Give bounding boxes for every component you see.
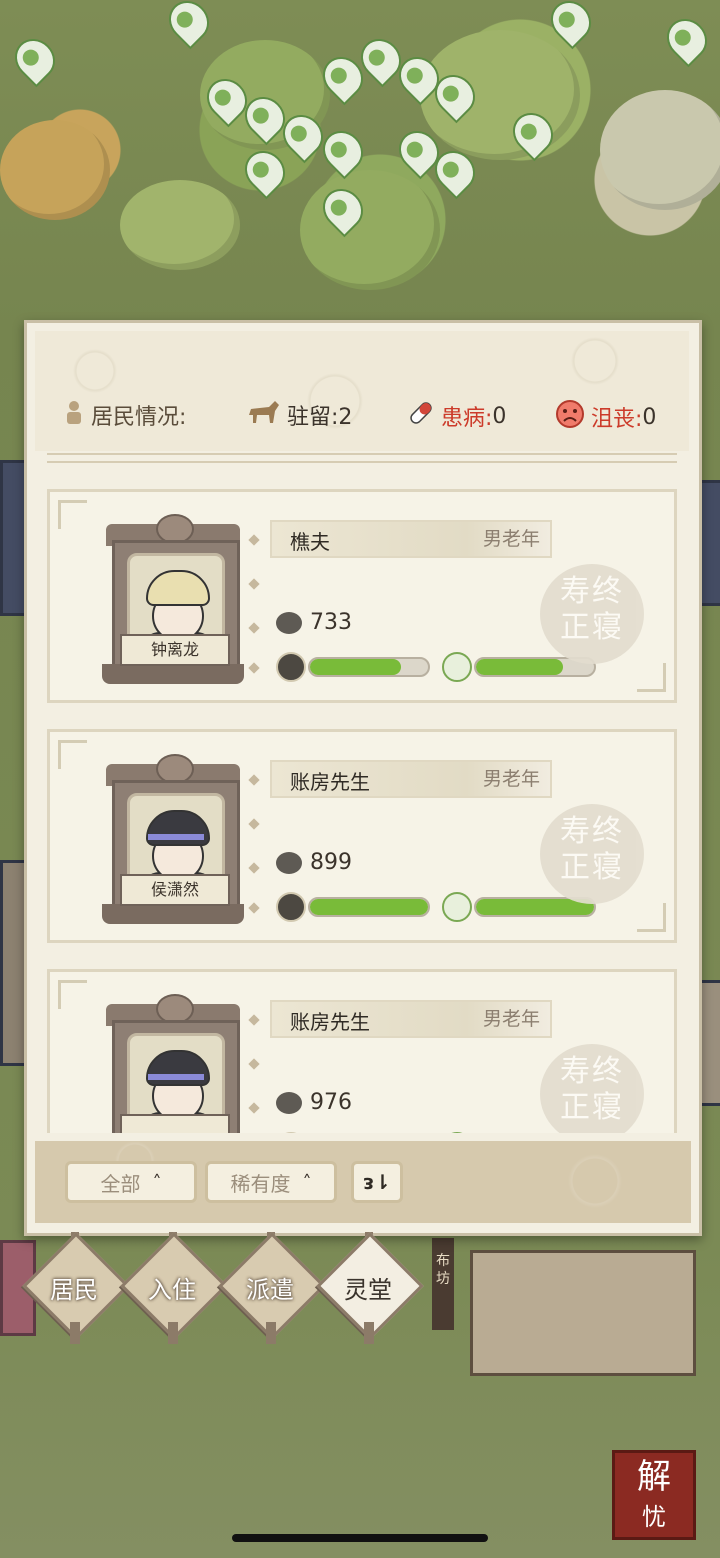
- job-title: 账房先生: [290, 1010, 370, 1034]
- coin-purse-icon: [276, 611, 302, 634]
- tab-label: 灵堂: [344, 1276, 392, 1304]
- leaf-icon: [442, 1132, 472, 1133]
- horse-icon: [247, 399, 281, 431]
- resource-marker-icon[interactable]: [236, 142, 294, 200]
- heart-icon: [276, 652, 306, 682]
- rarity-filter-label: 稀有度: [230, 1171, 291, 1196]
- resident-card[interactable]: 侯潇然 账房先生 男老年 899 寿终 正寝: [47, 729, 677, 943]
- sad-face-icon: [555, 399, 585, 435]
- job-tag: 账房先生 男老年: [270, 760, 552, 798]
- longevity-seal: 寿终 正寝: [540, 1044, 644, 1133]
- category-filter-label: 全部: [100, 1171, 141, 1196]
- resource-marker-icon[interactable]: [6, 30, 64, 88]
- tab-memorial-hall[interactable]: 灵堂: [316, 1232, 424, 1344]
- sick-status: 患病: 0: [407, 399, 506, 433]
- job-title: 樵夫: [290, 530, 330, 554]
- stay-count: 驻留:2: [287, 405, 353, 430]
- pill-icon: [407, 399, 435, 433]
- chevron-up-icon: ˄: [302, 1171, 312, 1193]
- seal-line-2: 正寝: [560, 850, 624, 885]
- health-fill: [310, 899, 428, 915]
- demographic-label: 男老年: [482, 1008, 540, 1030]
- resident-name: 侯潇然: [120, 874, 230, 906]
- health-bar: [276, 652, 430, 682]
- demographic-label: 男老年: [482, 528, 540, 550]
- tab-residents[interactable]: 居民: [22, 1232, 130, 1344]
- money-value: 899: [310, 850, 352, 875]
- job-title: 账房先生: [290, 770, 370, 794]
- filter-bar: 全部 ˄ 稀有度 ˄ ᴈ⇂: [35, 1141, 691, 1223]
- shop-sign-text: 布坊: [436, 1253, 450, 1287]
- sort-icon: ᴈ⇂: [363, 1170, 391, 1194]
- job-tag: 樵夫 男老年: [270, 520, 552, 558]
- sad-status: 沮丧: 0: [555, 399, 656, 435]
- seal-line-2: 正寝: [560, 610, 624, 645]
- sad-label: 沮丧:: [591, 407, 643, 432]
- resource-marker-icon[interactable]: [542, 0, 600, 50]
- job-tag: 账房先生 男老年: [270, 1000, 552, 1038]
- stay-status: 驻留:2: [247, 399, 352, 431]
- longevity-seal: 寿终 正寝: [540, 564, 644, 664]
- resource-marker-icon[interactable]: [658, 10, 716, 68]
- sick-count: 0: [492, 403, 507, 429]
- resident-name: 钟离龙: [120, 634, 230, 666]
- health-bar: [276, 1132, 430, 1133]
- category-filter-button[interactable]: 全部 ˄: [65, 1161, 197, 1203]
- relieve-worry-button[interactable]: 解 忧: [612, 1450, 696, 1540]
- resident-list[interactable]: 钟离龙 樵夫 男老年 733 寿终 正寝 侯潇然 账房先生 男老年 899 寿终…: [35, 469, 689, 1133]
- money-value: 733: [310, 610, 352, 635]
- demographic-label: 男老年: [482, 768, 540, 790]
- portrait-frame: 钟离龙: [98, 514, 248, 692]
- person-icon: [63, 399, 85, 431]
- seal-line-1: 寿终: [560, 814, 624, 849]
- portrait-frame: [98, 994, 248, 1133]
- tab-label: 入住: [148, 1276, 196, 1304]
- leaf-icon: [442, 892, 472, 922]
- resident-name: [120, 1114, 230, 1133]
- seal-line-1: 寿终: [560, 1054, 624, 1089]
- tab-label: 居民: [50, 1276, 98, 1304]
- seal-line-2: 正寝: [560, 1090, 624, 1125]
- heart-icon: [276, 892, 306, 922]
- leaf-icon: [442, 652, 472, 682]
- sort-toggle-button[interactable]: ᴈ⇂: [351, 1161, 403, 1203]
- mood-fill: [476, 659, 564, 675]
- resident-card[interactable]: 账房先生 男老年 976 寿终 正寝: [47, 969, 677, 1133]
- money-stat: 733: [276, 610, 352, 635]
- panel-header: 居民情况: 驻留:2 患病: 0 沮丧: 0: [35, 331, 689, 451]
- resident-card[interactable]: 钟离龙 樵夫 男老年 733 寿终 正寝: [47, 489, 677, 703]
- coin-purse-icon: [276, 851, 302, 874]
- money-stat: 976: [276, 1090, 352, 1115]
- seal-line-1: 寿终: [560, 574, 624, 609]
- coin-purse-icon: [276, 1091, 302, 1114]
- health-bar: [276, 892, 430, 922]
- header-divider: [47, 453, 677, 463]
- resident-panel: 居民情况: 驻留:2 患病: 0 沮丧: 0 钟离龙 樵夫 男老年 733 寿终…: [24, 320, 702, 1236]
- resource-marker-icon[interactable]: [160, 0, 218, 50]
- tab-label: 派遣: [246, 1276, 294, 1304]
- home-indicator[interactable]: [232, 1534, 488, 1542]
- longevity-seal: 寿终 正寝: [540, 804, 644, 904]
- status-label: 居民情况:: [91, 405, 187, 430]
- sad-count: 0: [642, 404, 657, 430]
- corner-button-line-2: 忧: [642, 1503, 666, 1531]
- corner-button-line-1: 解: [637, 1457, 671, 1497]
- health-fill: [310, 659, 401, 675]
- money-stat: 899: [276, 850, 352, 875]
- tab-move-in[interactable]: 入住: [120, 1232, 228, 1344]
- shop-signboard[interactable]: 布坊: [432, 1238, 454, 1330]
- rarity-filter-button[interactable]: 稀有度 ˄: [205, 1161, 337, 1203]
- portrait-frame: 侯潇然: [98, 754, 248, 932]
- chevron-up-icon: ˄: [152, 1171, 162, 1193]
- tab-dispatch[interactable]: 派遣: [218, 1232, 326, 1344]
- sick-label: 患病:: [441, 406, 493, 431]
- resident-status: 居民情况:: [63, 399, 186, 431]
- heart-icon: [276, 1132, 306, 1133]
- money-value: 976: [310, 1090, 352, 1115]
